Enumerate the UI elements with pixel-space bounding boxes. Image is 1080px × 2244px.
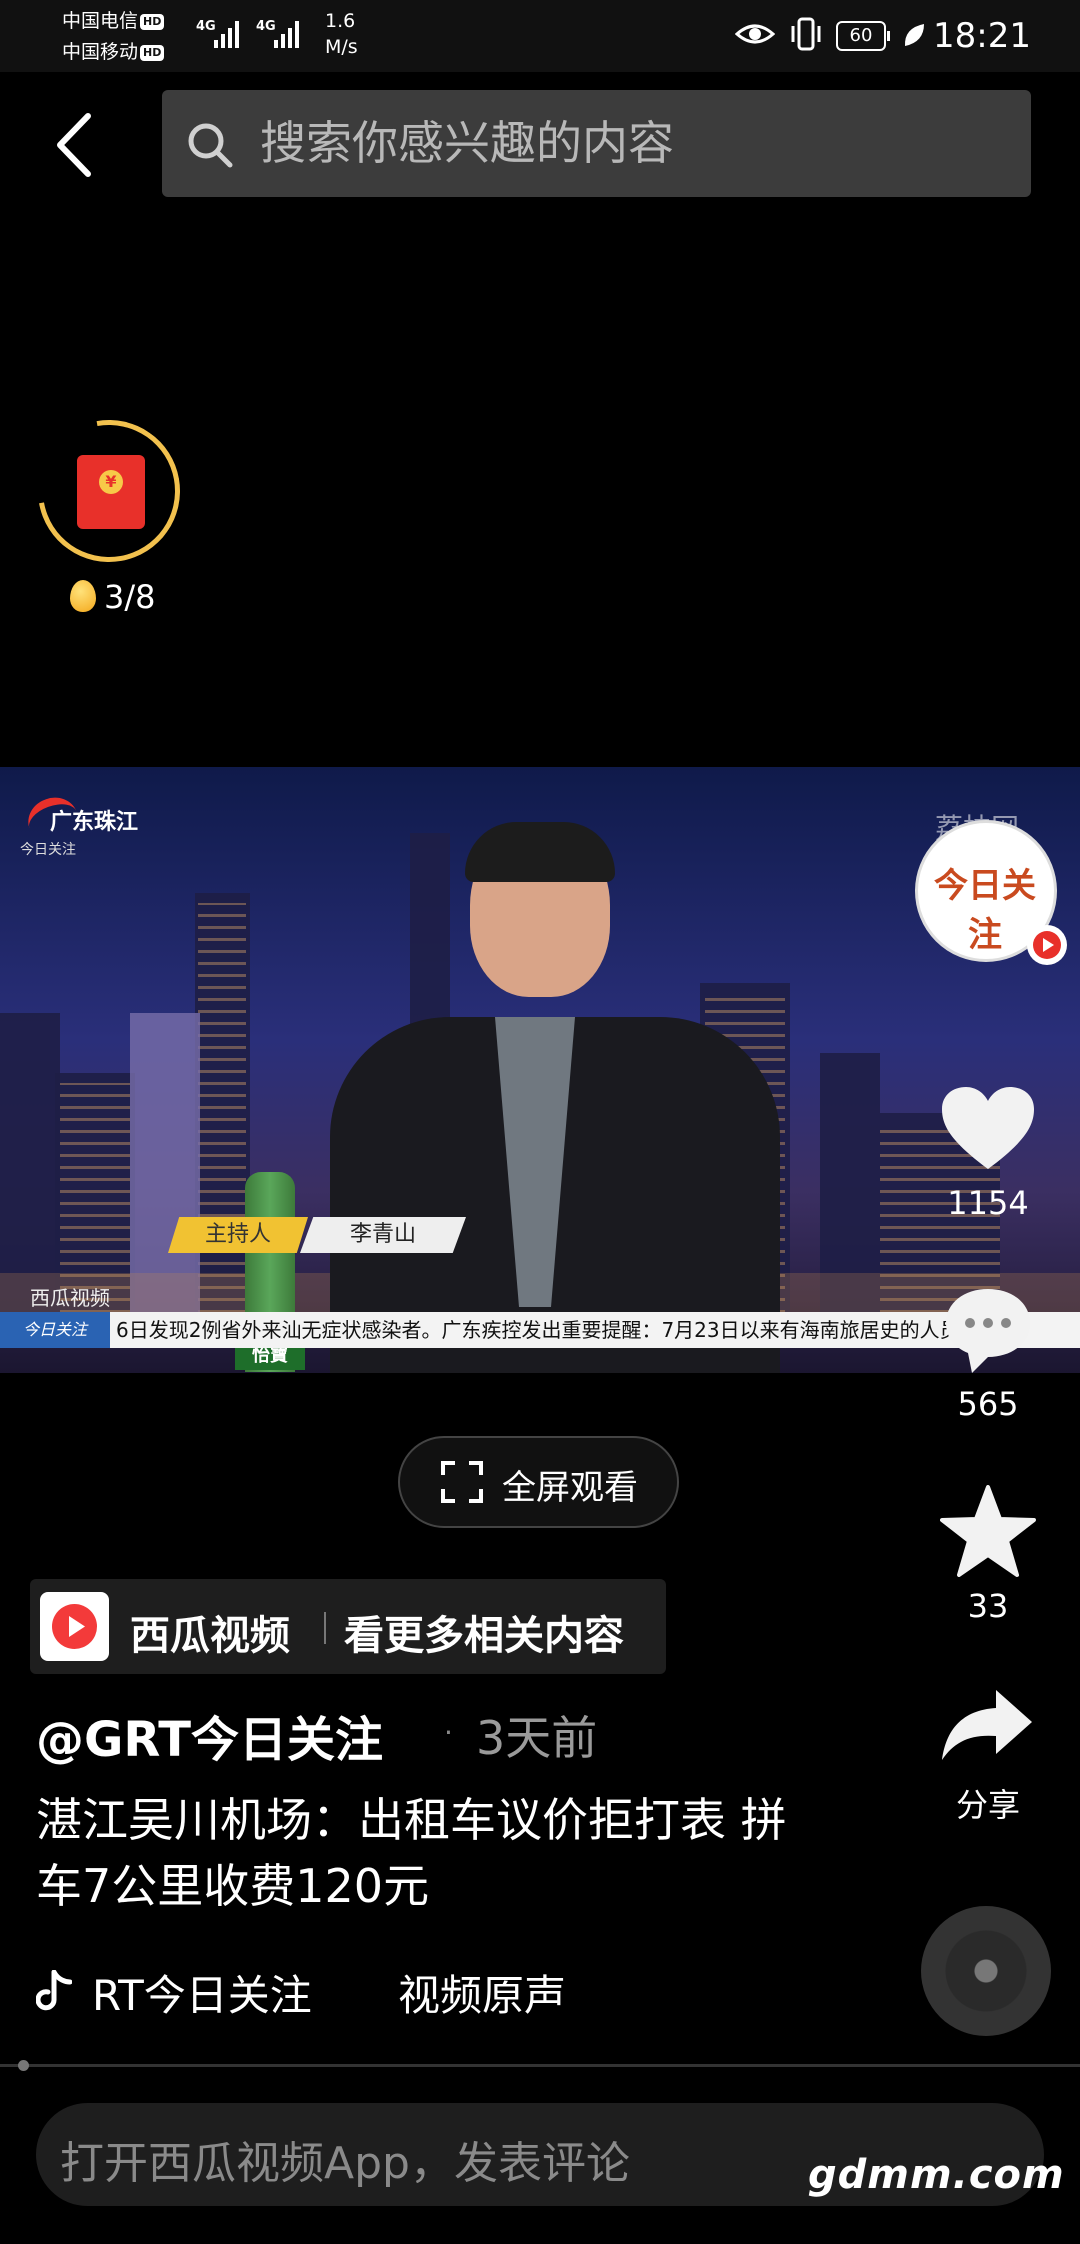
leaf-icon [904,24,924,46]
channel-logo: 广东珠江 [50,804,138,836]
site-watermark: gdmm.com [808,2152,1065,2198]
xigua-cta: 看更多相关内容 [344,1613,624,1659]
play-icon [69,1616,85,1637]
comment-placeholder: 打开西瓜视频App，发表评论 [60,2138,630,2189]
presenter-name: 李青山 [300,1217,466,1253]
post-time: 3天前 [476,1711,598,1765]
reward-progress-count: 3/8 [104,578,156,616]
eye-icon [735,24,775,44]
video-progress-bar[interactable] [0,2064,1080,2067]
presenter-name-plate: 主持人 李青山 [168,1217,466,1253]
carrier-1: 中国电信 HD [62,6,165,37]
music-disc-icon[interactable] [921,1906,1051,2036]
comment-count: 565 [957,1385,1019,1423]
clock: 18:21 [933,16,1031,56]
carrier-2: 中国移动 HD [62,37,165,68]
network-1-type: 4G [196,19,216,34]
golden-egg-icon [70,580,96,612]
net-speed-value: 1.6 [325,10,356,32]
favorite-star-icon[interactable] [940,1485,1036,1577]
hd-badge-2: HD [140,44,165,61]
news-ticker: 今日关注 6日发现2例省外来汕无症状感染者。广东疾控发出重要提醒：7月23日以来… [0,1312,1080,1348]
carrier-1-label: 中国电信 [62,10,139,32]
fullscreen-label: 全屏观看 [502,1468,638,1508]
favorite-count: 33 [967,1587,1009,1625]
battery-level: 60 [849,25,873,46]
back-icon[interactable] [52,110,98,180]
hd-badge-1: HD [140,13,165,30]
share-arrow-icon[interactable] [940,1688,1034,1762]
fullscreen-icon [441,1461,483,1503]
like-count: 1154 [947,1184,1029,1222]
follow-badge[interactable] [1027,925,1067,965]
signal-2-icon [274,18,299,48]
author-handle[interactable]: @GRT今日关注 [36,1700,383,1770]
like-heart-icon[interactable] [940,1085,1036,1173]
progress-handle[interactable] [18,2060,29,2071]
music-track[interactable]: 视频原声 [398,1962,566,2023]
video-player[interactable]: 广东珠江 今日关注 荔枝网 怡寶 主持人 李青山 西瓜视频 今日关注 6日发现2… [0,767,1080,1373]
vibrate-icon [791,17,821,51]
net-speed-unit: M/s [325,36,358,58]
anchor-hair [465,822,615,882]
program-logo-small: 今日关注 [20,842,76,858]
search-icon [188,123,233,168]
ticker-tag: 今日关注 [0,1312,110,1348]
network-2-type: 4G [256,19,276,34]
signal-1-icon [214,18,239,48]
carrier-2-label: 中国移动 [62,41,139,63]
play-badge-icon [1033,931,1061,959]
comment-bubble-icon[interactable] [942,1285,1034,1377]
net-speed: 1.6 M/s [325,8,358,60]
music-author[interactable]: RT今日关注 [92,1962,312,2023]
banner-divider [324,1612,326,1644]
presenter-role: 主持人 [168,1217,308,1253]
xigua-play-icon [52,1604,97,1649]
search-placeholder: 搜索你感兴趣的内容 [260,116,674,170]
music-note-icon [36,1970,72,2011]
xigua-app-name: 西瓜视频 [130,1613,290,1659]
share-label: 分享 [955,1786,1020,1824]
yuan-coin-icon: ¥ [99,470,123,494]
source-watermark: 西瓜视频 [30,1286,110,1310]
post-title[interactable]: 湛江吴川机场：出租车议价拒打表 拼车7公里收费120元 [36,1787,796,1919]
ticker-text: 6日发现2例省外来汕无症状感染者。广东疾控发出重要提醒：7月23日以来有海南旅居… [116,1318,1040,1342]
battery-icon: 60 [836,21,890,51]
separator-dot: · [444,1716,453,1749]
status-bar: 中国电信 HD 中国移动 HD 4G 4G 1.6 M/s 60 18:21 [0,0,1080,72]
